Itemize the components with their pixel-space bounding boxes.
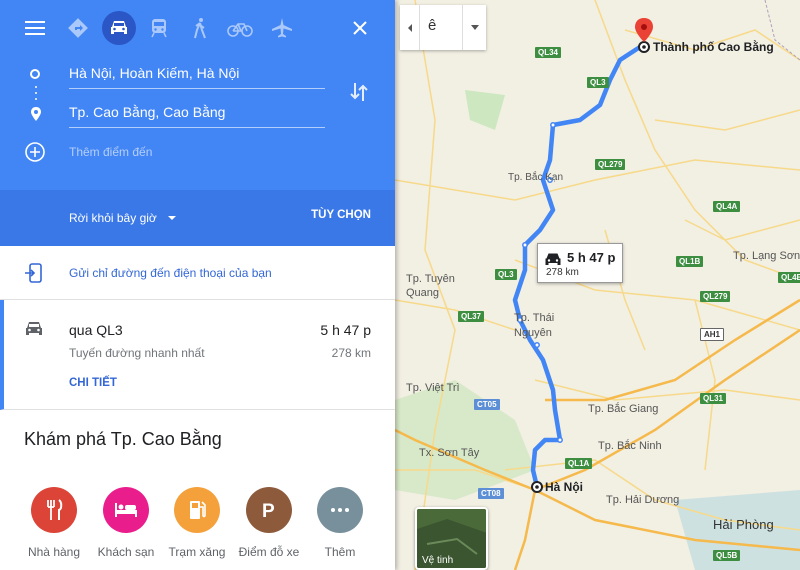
add-destination-field[interactable]: Thêm điểm đến [69,138,152,166]
send-to-phone-row[interactable]: Gửi chỉ đường đến điện thoại của bạn [0,246,395,300]
menu-button[interactable] [17,10,53,46]
gas-station-icon [174,487,220,533]
close-directions-button[interactable] [342,10,378,46]
category-label: Điểm đỗ xe [238,545,300,559]
place-label[interactable]: Tp. Thái Nguyên [514,311,554,341]
mode-transit-button[interactable] [141,10,177,46]
directions-panel: Hà Nội, Hoàn Kiếm, Hà Nội Tp. Cao Bằng, … [0,0,395,570]
route-via: qua QL3 [69,322,123,338]
chevron-left-icon [407,23,412,32]
mode-driving-button[interactable] [101,10,137,46]
language-input[interactable]: ê [428,17,436,34]
callout-distance: 278 km [546,267,579,278]
category-parking[interactable]: P Điểm đỗ xe [236,487,302,559]
highway-shield: QL34 [535,47,562,58]
highway-shield: QL279 [595,159,626,170]
hotel-icon [103,487,149,533]
category-label: Khách sạn [97,545,155,559]
place-label[interactable]: Tp. Bắc Giang [588,403,658,415]
chevron-down-icon[interactable] [168,216,176,220]
satellite-toggle[interactable]: Vệ tinh [415,507,488,570]
highway-shield: AH1 [700,328,725,341]
category-restaurants[interactable]: Nhà hàng [21,487,87,559]
route-description: Tuyến đường nhanh nhất [69,346,205,360]
map-control-group: ê [400,5,486,50]
highway-shield: QL37 [458,311,485,322]
highway-shield: QL5B [713,550,741,561]
origin-circle-icon [30,69,40,79]
bicycle-icon [227,23,253,37]
place-label[interactable]: Tp. Lạng Sơn [733,250,800,262]
category-label: Nhà hàng [27,545,81,559]
map-canvas[interactable]: QL34 QL3 QL279 QL4A QL3 QL1B QL4B QL37 Q… [395,0,800,570]
route-time-callout[interactable]: 5 h 47 p 278 km [537,243,623,283]
route-options-button[interactable]: TÙY CHỌN [311,209,371,221]
place-label[interactable]: Tp. Bắc Kạn [508,172,563,183]
destination-input[interactable]: Tp. Cao Bằng, Cao Bằng [69,98,325,128]
category-label: Thêm [324,545,356,559]
category-more[interactable]: Thêm [307,487,373,559]
highway-shield: CT05 [474,399,500,410]
directions-header: Hà Nội, Hoàn Kiếm, Hà Nội Tp. Cao Bằng, … [0,0,395,190]
car-icon [111,21,127,34]
send-to-phone-link[interactable]: Gửi chỉ đường đến điện thoại của bạn [69,266,272,280]
depart-time-dropdown[interactable]: Rời khỏi bây giờ [69,211,157,225]
highway-shield: QL4B [778,272,800,283]
place-label[interactable]: Tp. Hải Dương [606,494,679,506]
mode-cycling-button[interactable] [222,10,258,46]
highway-shield: QL3 [495,269,517,280]
place-label[interactable]: Tp. Bắc Ninh [598,440,662,452]
collapse-panel-button[interactable] [400,5,420,50]
mode-best-button[interactable] [60,10,96,46]
place-label[interactable]: Tp. Việt Trì [406,382,460,394]
more-icon [317,487,363,533]
google-maps-directions: Hà Nội, Hoàn Kiếm, Hà Nội Tp. Cao Bằng, … [0,0,800,570]
mode-flight-button[interactable] [264,10,300,46]
restaurant-icon [31,487,77,533]
place-label-origin[interactable]: Hà Nội [545,480,583,494]
origin-input[interactable]: Hà Nội, Hoàn Kiếm, Hà Nội [69,59,325,89]
walking-icon [194,18,206,39]
car-icon [26,322,42,335]
depart-bar: Rời khỏi bây giờ TÙY CHỌN [0,190,395,246]
close-icon [353,21,367,35]
place-label[interactable]: Tx. Sơn Tây [419,447,479,459]
route-distance: 278 km [331,346,371,360]
place-label-destination[interactable]: Thành phố Cao Bằng [653,40,774,54]
highway-shield: QL1A [565,458,593,469]
satellite-label: Vệ tinh [422,555,454,566]
directions-diamond-icon [68,18,88,38]
send-to-device-icon [25,263,42,283]
category-hotels[interactable]: Khách sạn [93,487,159,559]
hamburger-icon [25,21,45,35]
route-option-card[interactable]: qua QL3 5 h 47 p Tuyến đường nhanh nhất … [0,300,395,410]
add-destination-icon[interactable] [24,141,46,163]
highway-shield: QL1B [676,256,704,267]
airplane-icon [272,18,292,38]
language-dropdown-button[interactable] [462,5,486,50]
route-connector-dots [35,86,37,104]
highway-shield: QL4A [713,201,741,212]
chevron-down-icon [470,25,479,30]
explore-title: Khám phá Tp. Cao Bằng [24,429,222,449]
reverse-route-icon[interactable] [347,80,371,104]
highway-shield: QL279 [700,291,731,302]
svg-text:P: P [262,501,275,520]
category-label: Trạm xăng [168,545,226,559]
highway-shield: CT08 [478,488,504,499]
route-duration: 5 h 47 p [320,322,371,338]
car-icon [545,253,561,265]
destination-pin-icon [31,107,41,121]
highway-shield: QL3 [587,77,609,88]
place-label[interactable]: Tp. Tuyên Quang [406,272,455,300]
mode-walking-button[interactable] [182,10,218,46]
travel-mode-bar [0,10,395,46]
route-details-link[interactable]: CHI TIẾT [69,377,117,389]
callout-duration: 5 h 47 p [567,250,616,265]
category-gas-stations[interactable]: Trạm xăng [164,487,230,559]
highway-shield: QL31 [700,393,727,404]
place-label[interactable]: Hải Phòng [713,517,774,532]
train-icon [151,19,167,38]
parking-icon: P [246,487,292,533]
